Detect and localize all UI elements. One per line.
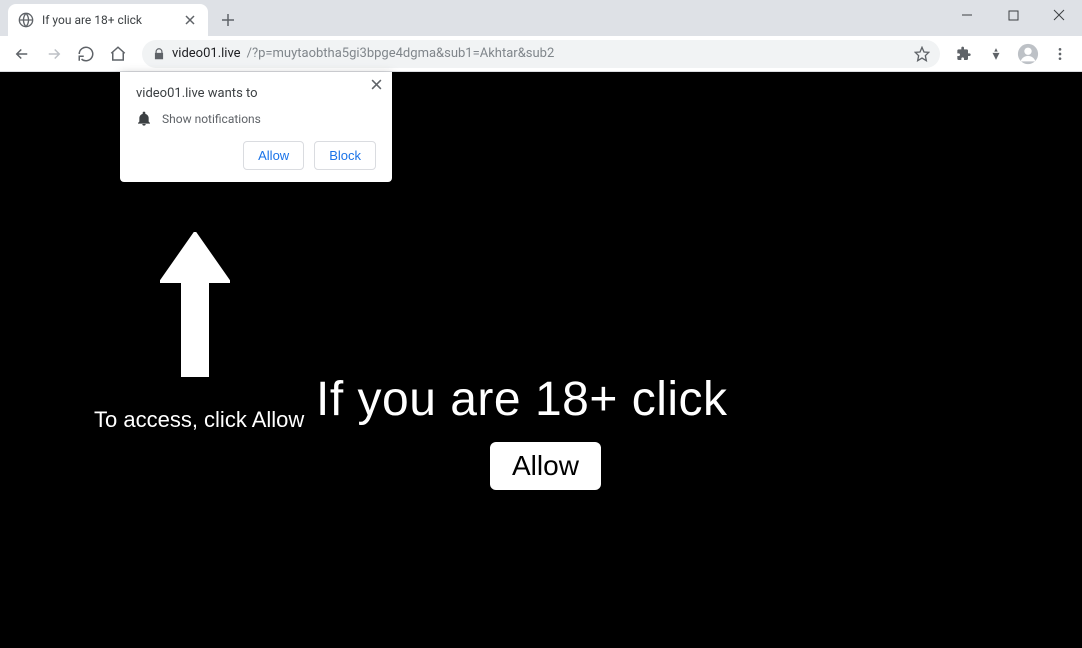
extensions-button[interactable] bbox=[950, 40, 978, 68]
address-bar[interactable]: video01.live /?p=muytaobtha5gi3bpge4dgma&… bbox=[142, 40, 940, 68]
notification-prompt-body-text: Show notifications bbox=[162, 112, 261, 126]
notification-prompt-title: video01.live wants to bbox=[136, 86, 376, 101]
tab-strip: If you are 18+ click bbox=[0, 0, 242, 36]
extension-icon[interactable] bbox=[982, 40, 1010, 68]
lock-icon bbox=[152, 47, 166, 61]
title-bar: If you are 18+ click bbox=[0, 0, 1082, 36]
page-allow-button[interactable]: Allow bbox=[490, 442, 601, 490]
window-controls bbox=[944, 0, 1082, 36]
toolbar: video01.live /?p=muytaobtha5gi3bpge4dgma&… bbox=[0, 36, 1082, 72]
url-path: /?p=muytaobtha5gi3bpge4dgma&sub1=Akhtar&… bbox=[247, 46, 555, 61]
tab-title: If you are 18+ click bbox=[42, 13, 174, 27]
window-minimize-button[interactable] bbox=[944, 0, 990, 30]
notification-permission-prompt: video01.live wants to Show notifications… bbox=[120, 72, 392, 182]
arrow-up-icon bbox=[160, 232, 230, 381]
bookmark-star-icon[interactable] bbox=[914, 46, 930, 62]
notification-allow-button[interactable]: Allow bbox=[243, 141, 304, 170]
reload-button[interactable] bbox=[72, 40, 100, 68]
bell-icon bbox=[136, 111, 152, 127]
home-button[interactable] bbox=[104, 40, 132, 68]
page-instruction-text: To access, click Allow bbox=[94, 407, 304, 433]
page-content: video01.live wants to Show notifications… bbox=[0, 72, 1082, 648]
browser-tab[interactable]: If you are 18+ click bbox=[8, 4, 208, 36]
url-host: video01.live bbox=[172, 46, 241, 61]
tab-close-icon[interactable] bbox=[182, 12, 198, 28]
window-maximize-button[interactable] bbox=[990, 0, 1036, 30]
window-close-button[interactable] bbox=[1036, 0, 1082, 30]
notification-block-button[interactable]: Block bbox=[314, 141, 376, 170]
kebab-menu-button[interactable] bbox=[1046, 40, 1074, 68]
forward-button[interactable] bbox=[40, 40, 68, 68]
globe-icon bbox=[18, 12, 34, 28]
notification-prompt-body: Show notifications bbox=[136, 111, 376, 127]
new-tab-button[interactable] bbox=[214, 6, 242, 34]
close-icon[interactable] bbox=[371, 78, 382, 94]
notification-prompt-actions: Allow Block bbox=[136, 141, 376, 170]
page-headline-text: If you are 18+ click bbox=[316, 372, 728, 427]
profile-avatar-button[interactable] bbox=[1014, 40, 1042, 68]
back-button[interactable] bbox=[8, 40, 36, 68]
